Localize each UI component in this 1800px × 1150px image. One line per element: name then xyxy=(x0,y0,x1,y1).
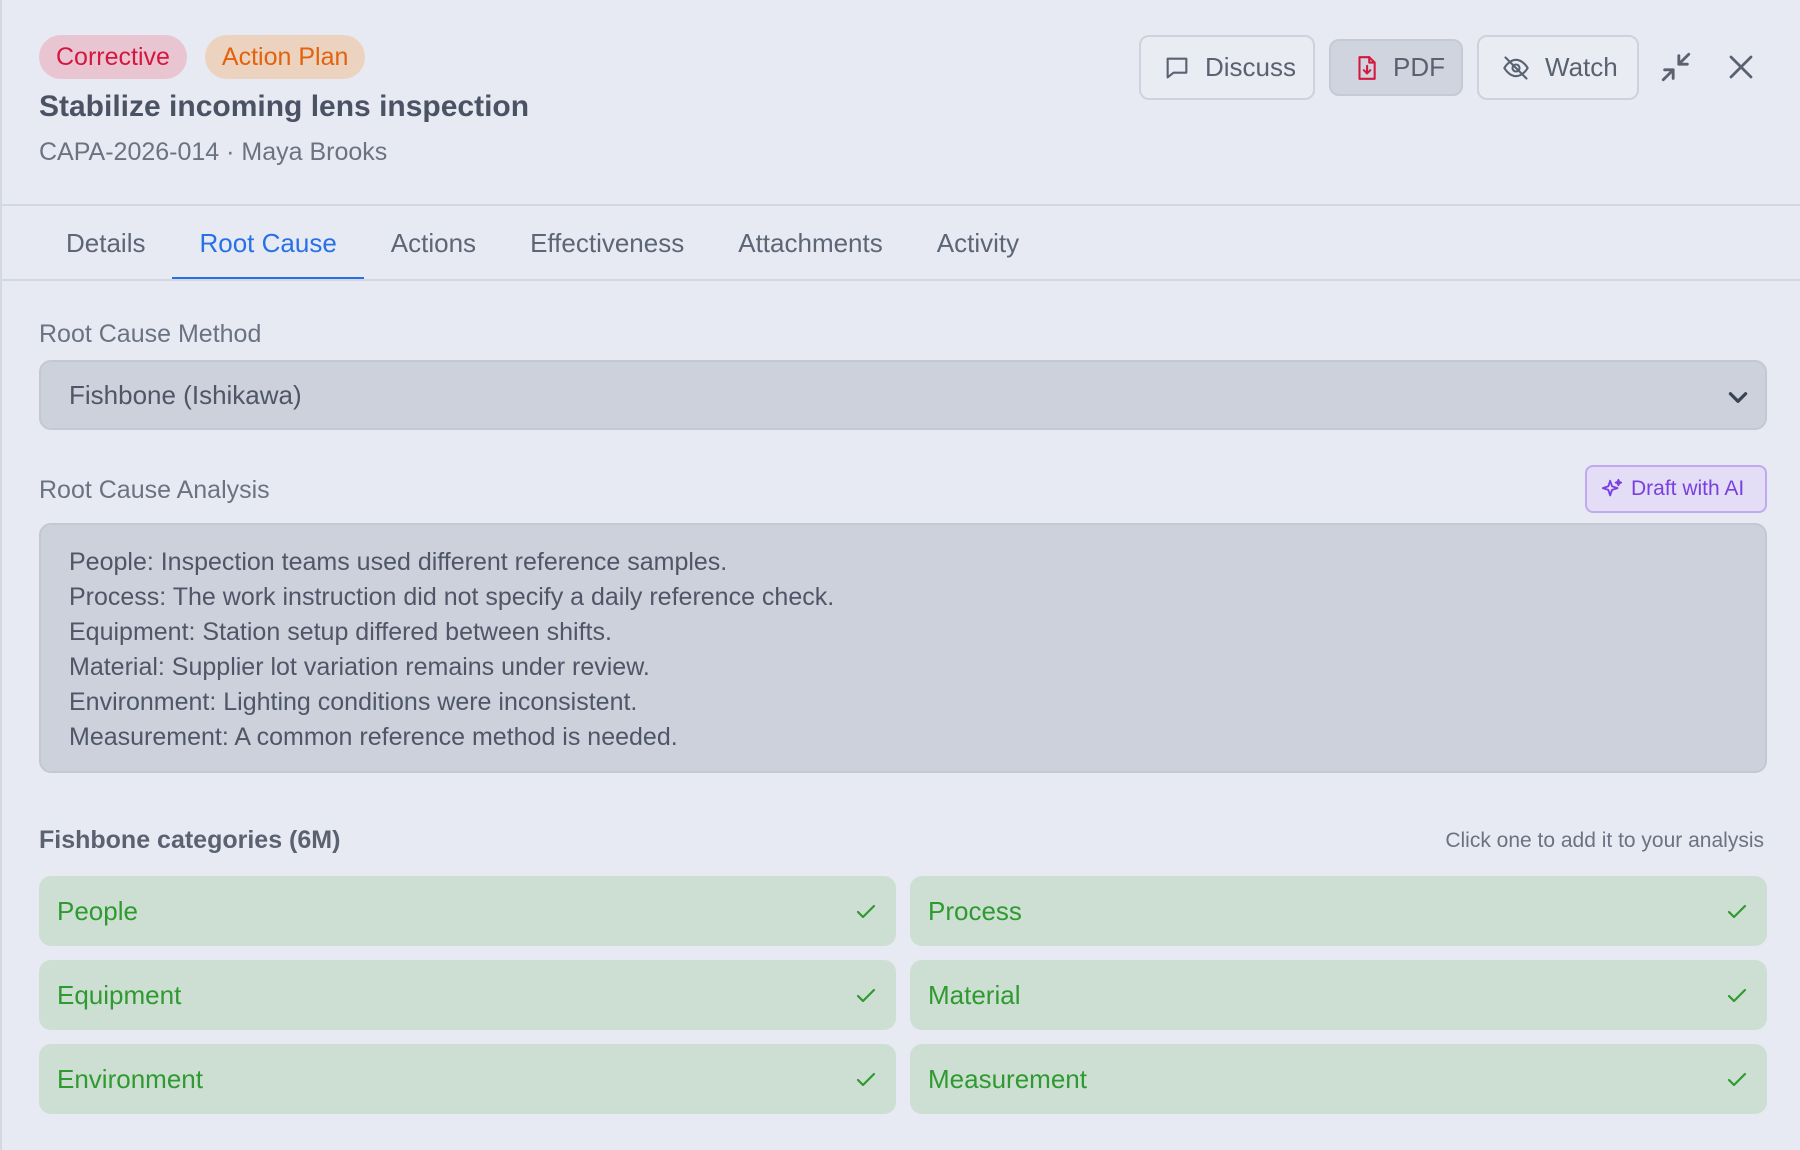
tab-bar: Details Root Cause Actions Effectiveness… xyxy=(39,206,1046,281)
tab-details[interactable]: Details xyxy=(39,206,172,280)
analysis-line: Material: Supplier lot variation remains… xyxy=(69,653,650,681)
category-label: People xyxy=(57,895,138,926)
action-plan-badge: Action Plan xyxy=(204,35,366,79)
pdf-label: PDF xyxy=(1393,52,1445,82)
chevron-down-icon xyxy=(1728,392,1748,403)
check-icon xyxy=(856,988,876,1003)
check-icon xyxy=(856,1072,876,1087)
tab-effectiveness[interactable]: Effectiveness xyxy=(503,206,711,280)
draft-with-ai-label: Draft with AI xyxy=(1631,477,1745,500)
chat-icon xyxy=(1166,57,1188,78)
check-icon xyxy=(856,904,876,919)
panel-header: Corrective Action Plan Stabilize incomin… xyxy=(2,0,1800,206)
check-icon xyxy=(1727,904,1747,919)
category-equipment[interactable]: Equipment xyxy=(39,960,896,1030)
method-select-value: Fishbone (Ishikawa) xyxy=(69,380,302,410)
corrective-badge: Corrective xyxy=(39,35,187,79)
analysis-label: Root Cause Analysis xyxy=(39,476,270,504)
method-label: Root Cause Method xyxy=(39,320,262,348)
category-label: Equipment xyxy=(57,979,182,1010)
analysis-line: Measurement: A common reference method i… xyxy=(69,723,678,751)
category-measurement[interactable]: Measurement xyxy=(910,1044,1767,1114)
analysis-line: People: Inspection teams used different … xyxy=(69,548,728,576)
tabs-divider xyxy=(2,279,1800,281)
collapse-icon[interactable] xyxy=(1656,47,1696,87)
tab-actions[interactable]: Actions xyxy=(364,206,503,280)
analysis-textarea[interactable]: People: Inspection teams used different … xyxy=(39,523,1767,773)
pdf-button[interactable]: PDF xyxy=(1329,39,1463,96)
record-subtitle: CAPA-2026-014 · Maya Brooks xyxy=(39,138,388,166)
watch-button[interactable]: Watch xyxy=(1477,35,1639,100)
badge-group: Corrective Action Plan xyxy=(39,35,366,79)
tab-attachments[interactable]: Attachments xyxy=(711,206,910,280)
file-download-icon xyxy=(1358,55,1376,80)
category-people[interactable]: People xyxy=(39,876,896,946)
sparkle-icon xyxy=(1601,478,1623,497)
check-icon xyxy=(1727,988,1747,1003)
draft-with-ai-button[interactable]: Draft with AI xyxy=(1585,465,1767,513)
category-label: Measurement xyxy=(928,1063,1087,1094)
category-process[interactable]: Process xyxy=(910,876,1767,946)
category-label: Process xyxy=(928,895,1022,926)
fishbone-category-grid: People Process Equipment Material Enviro… xyxy=(39,876,1767,1114)
tab-activity[interactable]: Activity xyxy=(910,206,1046,280)
watch-label: Watch xyxy=(1545,52,1618,82)
category-label: Environment xyxy=(57,1063,203,1094)
page-title: Stabilize incoming lens inspection xyxy=(39,90,530,123)
category-label: Material xyxy=(928,979,1021,1010)
fishbone-hint: Click one to add it to your analysis xyxy=(1445,829,1764,852)
check-icon xyxy=(1727,1072,1747,1087)
eye-off-icon xyxy=(1503,55,1529,80)
analysis-line: Process: The work instruction did not sp… xyxy=(69,583,835,611)
discuss-label: Discuss xyxy=(1205,52,1297,82)
discuss-button[interactable]: Discuss xyxy=(1139,35,1315,100)
analysis-line: Environment: Lighting conditions were in… xyxy=(69,688,638,716)
analysis-line: Equipment: Station setup differed betwee… xyxy=(69,618,612,646)
method-select[interactable]: Fishbone (Ishikawa) xyxy=(39,360,1767,430)
fishbone-title: Fishbone categories (6M) xyxy=(39,826,341,854)
capa-detail-panel: Corrective Action Plan Stabilize incomin… xyxy=(0,0,1800,1150)
category-environment[interactable]: Environment xyxy=(39,1044,896,1114)
tab-root-cause[interactable]: Root Cause xyxy=(172,206,365,281)
header-actions: Discuss PDF Watch xyxy=(1139,35,1639,100)
category-material[interactable]: Material xyxy=(910,960,1767,1030)
close-icon[interactable] xyxy=(1721,47,1761,87)
